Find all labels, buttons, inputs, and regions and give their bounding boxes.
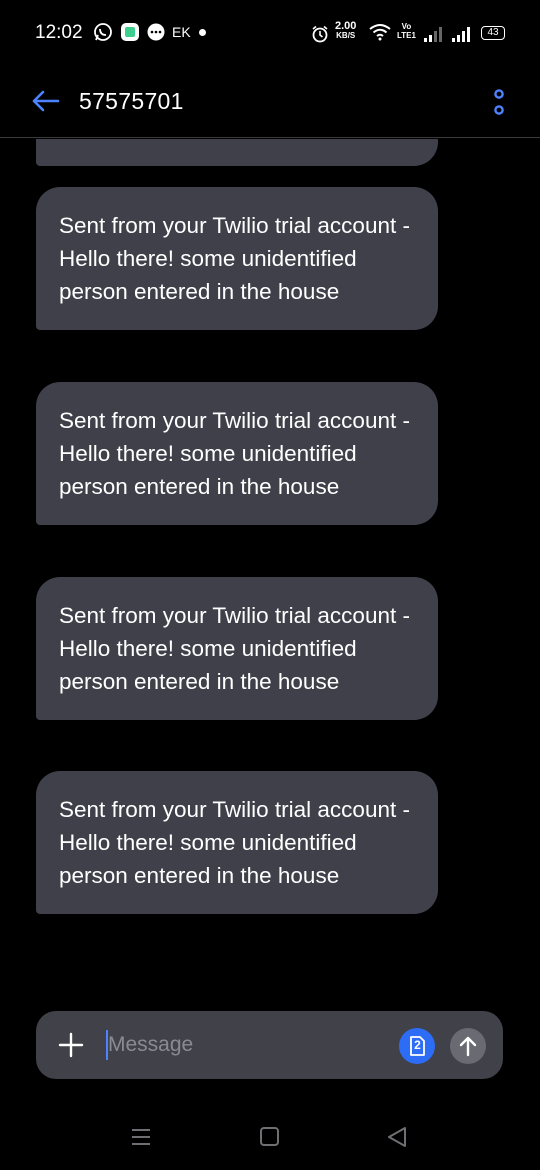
message-text: Sent from your Twilio trial account - He… (59, 797, 410, 888)
message-list[interactable]: house Sent from your Twilio trial accoun… (0, 139, 540, 1009)
notification-dot (199, 29, 206, 36)
system-nav-bar (0, 1100, 540, 1170)
wifi-icon (369, 24, 391, 41)
alarm-icon (312, 25, 328, 43)
message-bubble[interactable]: Sent from your Twilio trial account - He… (36, 771, 438, 914)
contact-name: 57575701 (79, 88, 184, 114)
sim-number: 2 (414, 1038, 421, 1052)
battery-indicator: 43 (481, 26, 505, 40)
signal-icon (452, 27, 470, 42)
volte-top: Vo (401, 22, 412, 31)
message-bubble[interactable]: Sent from your Twilio trial account - He… (36, 187, 438, 330)
app-icon (121, 23, 139, 41)
network-speed-value: 2.00 (335, 20, 357, 32)
whatsapp-icon (94, 23, 112, 41)
network-speed: 2.00 KB/S (335, 20, 357, 41)
message-bubble-partial[interactable]: house (36, 139, 438, 166)
message-input[interactable] (108, 1027, 388, 1063)
message-composer: 2 (36, 1011, 503, 1079)
back-triangle-icon[interactable] (386, 1126, 408, 1148)
sim-select-button[interactable]: 2 (399, 1028, 435, 1064)
message-text: Sent from your Twilio trial account - He… (59, 408, 410, 499)
status-time: 12:02 (35, 22, 83, 43)
home-icon[interactable] (260, 1127, 279, 1146)
arrow-up-icon (459, 1036, 477, 1057)
arrow-left-icon[interactable] (30, 86, 62, 116)
message-bubble[interactable]: Sent from your Twilio trial account - He… (36, 382, 438, 525)
message-text: Sent from your Twilio trial account - He… (59, 213, 410, 304)
network-speed-unit: KB/S (336, 31, 356, 40)
signal-icon (424, 27, 442, 42)
chat-bubble-icon (147, 23, 165, 41)
recent-apps-icon[interactable] (131, 1128, 151, 1146)
send-button[interactable] (450, 1028, 486, 1064)
message-bubble[interactable]: Sent from your Twilio trial account - He… (36, 577, 438, 720)
message-text: Sent from your Twilio trial account - He… (59, 603, 410, 694)
volte-indicator: Vo LTE1 (397, 22, 416, 40)
status-bar: 12:02 EK 2.00 KB/S Vo LTE1 43 (0, 0, 540, 66)
conversation-header: 57575701 (0, 66, 540, 138)
carrier-tag: EK (172, 24, 191, 40)
more-vertical-icon[interactable] (488, 86, 510, 120)
plus-icon[interactable] (58, 1032, 84, 1058)
volte-bottom: LTE1 (397, 31, 416, 40)
